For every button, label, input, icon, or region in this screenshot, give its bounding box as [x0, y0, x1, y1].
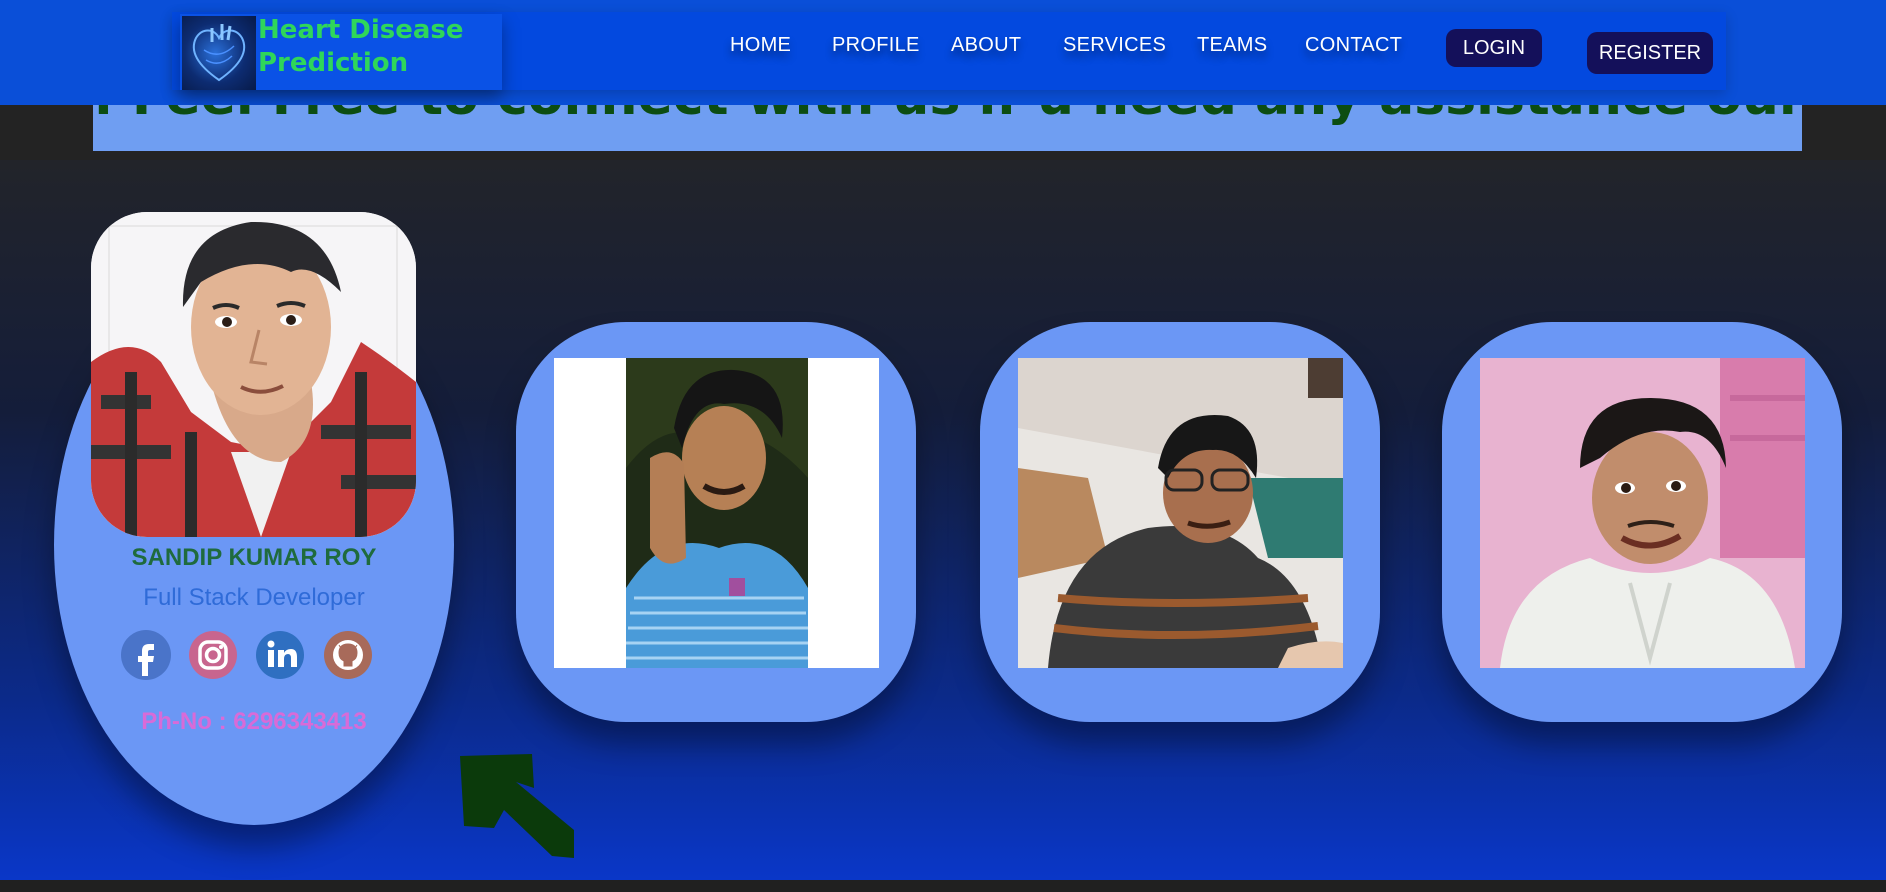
register-button[interactable]: REGISTER	[1587, 32, 1713, 74]
nav-contact[interactable]: CONTACT	[1305, 34, 1402, 57]
login-button[interactable]: LOGIN	[1446, 29, 1542, 67]
nav-profile[interactable]: PROFILE	[832, 34, 920, 57]
member-photo-4	[1480, 358, 1805, 668]
nav-home[interactable]: HOME	[730, 34, 791, 57]
github-icon[interactable]	[323, 630, 373, 680]
contact-marquee: : Feel Free to connect with us if u need…	[93, 105, 1802, 151]
navbar: Heart Disease Prediction HOME PROFILE AB…	[0, 0, 1886, 105]
team-card-2	[516, 322, 916, 722]
nav-about[interactable]: ABOUT	[951, 34, 1021, 57]
team-card-4	[1442, 322, 1842, 722]
member-name: SANDIP KUMAR ROY	[131, 544, 377, 571]
nav-services[interactable]: SERVICES	[1063, 34, 1166, 57]
member-photo-2	[554, 358, 879, 668]
instagram-icon[interactable]	[188, 630, 238, 680]
nav-teams[interactable]: TEAMS	[1197, 34, 1267, 57]
marquee-text: : Feel Free to connect with us if u need…	[93, 105, 1802, 127]
brand[interactable]: Heart Disease Prediction	[180, 14, 502, 90]
linkedin-icon[interactable]	[255, 630, 305, 680]
brand-title: Heart Disease Prediction	[258, 15, 464, 78]
member-role: Full Stack Developer	[143, 584, 365, 611]
cursor-arrow-icon	[458, 752, 574, 860]
member-phone: Ph-No : 6296343413	[141, 708, 367, 735]
member-photo-3	[1018, 358, 1343, 668]
member-photo-featured	[91, 212, 416, 537]
team-card-3	[980, 322, 1380, 722]
bottom-strip	[0, 880, 1886, 892]
heart-anatomy-icon	[182, 16, 256, 90]
facebook-icon[interactable]	[121, 630, 171, 680]
